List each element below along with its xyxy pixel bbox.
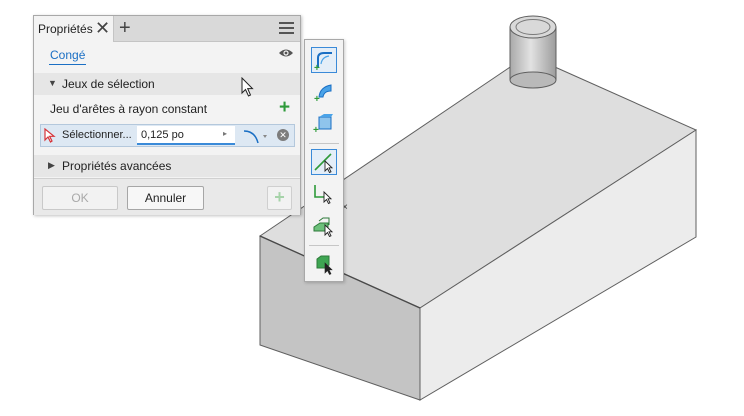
select-feature-icon — [313, 217, 334, 238]
selection-sets-title: Jeux de sélection — [62, 77, 155, 91]
mouse-pointer-icon — [241, 77, 254, 97]
collapse-arrow-icon[interactable]: ▼ — [48, 78, 57, 88]
add-fillet-face-icon: + — [314, 84, 332, 105]
edge-selection-row[interactable]: Sélectionner... ▸ ✕ — [40, 124, 295, 147]
advanced-properties-title: Propriétés avancées — [62, 159, 172, 173]
apply-button[interactable]: + — [267, 186, 292, 210]
edge-set-label: Jeu d'arêtes à rayon constant — [50, 102, 208, 116]
select-edge-button[interactable] — [311, 149, 337, 175]
select-cursor-icon — [44, 128, 56, 143]
add-fillet-edge-button[interactable]: + — [311, 47, 337, 74]
add-fillet-face-button[interactable]: + — [311, 79, 337, 105]
add-edge-set-icon[interactable]: + — [279, 97, 290, 119]
ok-button[interactable]: OK — [42, 186, 118, 210]
selection-toolbar: + + + — [304, 39, 344, 282]
fillet-profile-dropdown-icon[interactable] — [242, 127, 270, 145]
svg-text:+: + — [314, 94, 320, 103]
add-tab-icon[interactable]: + — [119, 16, 131, 40]
input-flyout-arrow-icon[interactable]: ▸ — [223, 129, 227, 138]
cancel-button[interactable]: Annuler — [127, 186, 204, 210]
add-full-round-button[interactable]: + — [311, 111, 337, 137]
svg-text:+: + — [313, 125, 319, 135]
select-edges-label[interactable]: Sélectionner... — [62, 129, 132, 141]
cylinder-boss[interactable] — [509, 15, 557, 89]
advanced-properties-header[interactable]: ▶ Propriétés avancées — [34, 155, 300, 177]
tab-properties-label: Propriétés — [38, 22, 93, 36]
select-feature-button[interactable] — [311, 213, 337, 239]
svg-text:+: + — [314, 63, 320, 72]
select-loop-button[interactable] — [311, 181, 337, 207]
visibility-eye-icon[interactable] — [278, 47, 294, 59]
panel-tab-bar: Propriétés ✕ + — [34, 16, 300, 42]
toolbar-separator — [309, 245, 339, 246]
feature-name-field[interactable]: Congé — [49, 48, 87, 65]
add-fillet-edge-icon: + — [314, 52, 332, 74]
selection-sets-header[interactable]: ▼ Jeux de sélection — [34, 73, 300, 95]
cylinder-base — [509, 71, 557, 89]
tab-close-icon[interactable]: ✕ — [95, 18, 110, 38]
hamburger-menu-icon[interactable] — [279, 22, 294, 35]
select-all-edges-icon — [316, 255, 333, 275]
tab-properties[interactable]: Propriétés ✕ — [34, 16, 114, 42]
select-loop-icon — [314, 185, 333, 205]
toolbar-separator — [309, 143, 339, 144]
select-edge-icon — [314, 153, 334, 174]
remove-selection-icon[interactable]: ✕ — [277, 129, 289, 141]
expand-arrow-icon[interactable]: ▶ — [48, 160, 55, 171]
select-all-edges-button[interactable] — [311, 251, 337, 277]
properties-panel: Propriétés ✕ + Congé ▼ Jeux de sélection… — [33, 15, 301, 215]
radius-input[interactable] — [137, 126, 235, 145]
add-full-round-icon: + — [313, 114, 333, 136]
panel-footer: OK Annuler + — [34, 178, 300, 215]
